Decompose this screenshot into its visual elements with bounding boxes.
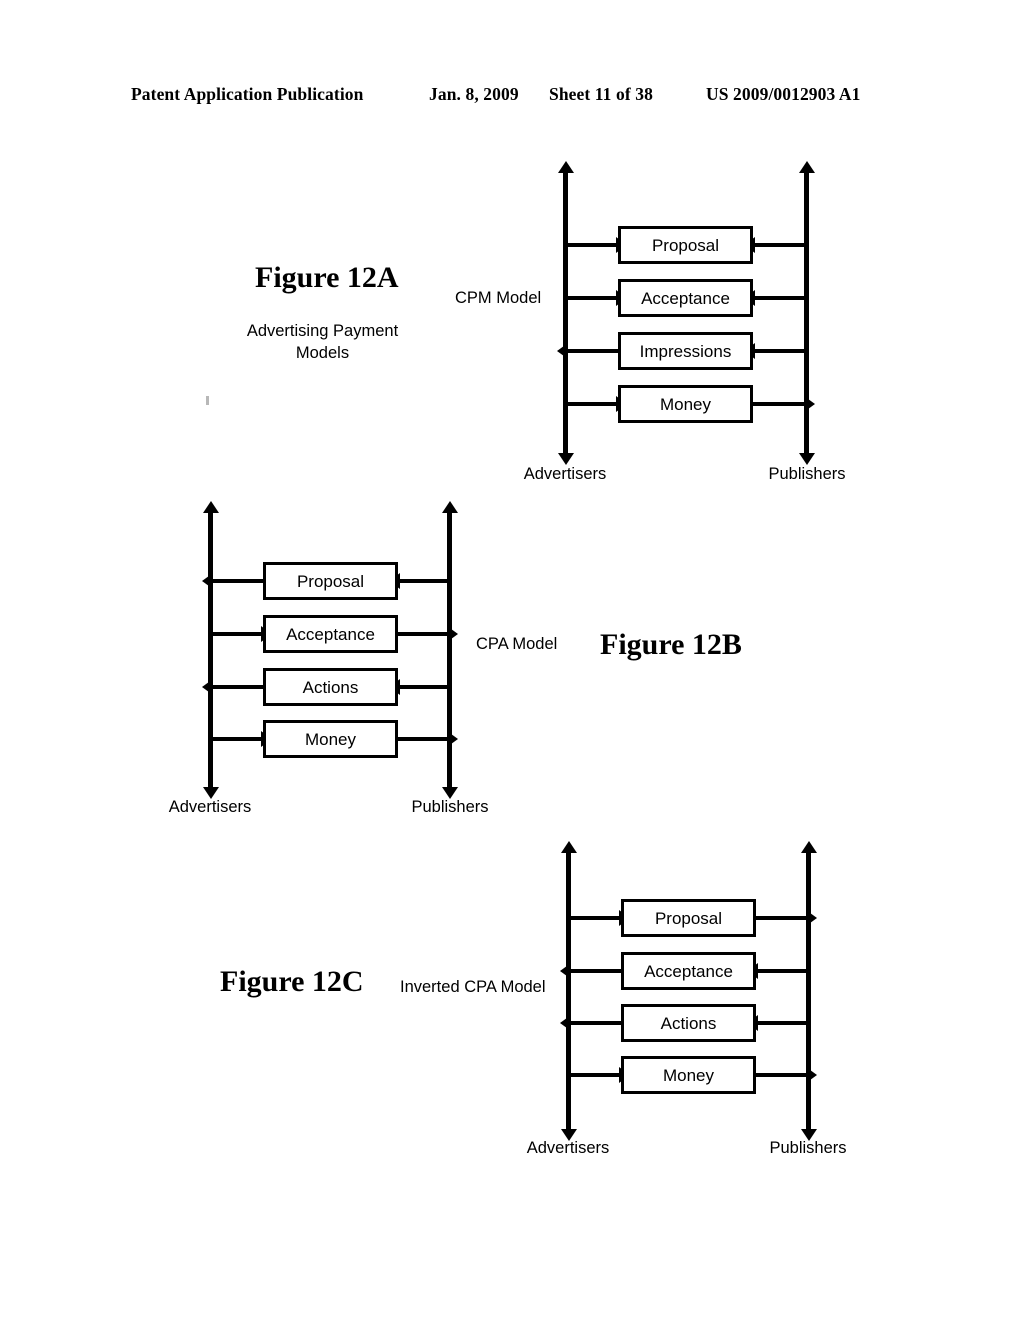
- figure-12c-row-4-left-connector: [569, 1073, 621, 1077]
- figure-12c-title: Figure 12C: [220, 965, 364, 998]
- figure-12c-advertisers-axis: [566, 852, 571, 1130]
- figure-12c-publishers-label: Publishers: [769, 1139, 847, 1157]
- figure-12c-row-4-right-connector: [756, 1073, 808, 1077]
- figure-12c-row-4-box: Money: [621, 1056, 756, 1094]
- figure-12c-row-2-box: Acceptance: [621, 952, 756, 990]
- figure-12c-row-2-left-connector: [569, 969, 621, 973]
- figure-12c-model-label: Inverted CPA Model: [400, 978, 546, 996]
- figure-12c-row-3-right-connector: [756, 1021, 808, 1025]
- figure-12c-advertisers-label: Advertisers: [526, 1139, 610, 1157]
- figure-12c-row-1-box: Proposal: [621, 899, 756, 937]
- figure-12c-row-2-right-connector: [756, 969, 808, 973]
- figure-12c-row-3-box: Actions: [621, 1004, 756, 1042]
- figure-12c-row-1-left-connector: [569, 916, 621, 920]
- figure-12c: Figure 12C Inverted CPA Model Proposal A…: [0, 0, 1024, 1180]
- figure-12c-row-1-right-connector: [756, 916, 808, 920]
- figure-12c-publishers-axis: [806, 852, 811, 1130]
- figure-12c-row-3-left-connector: [569, 1021, 621, 1025]
